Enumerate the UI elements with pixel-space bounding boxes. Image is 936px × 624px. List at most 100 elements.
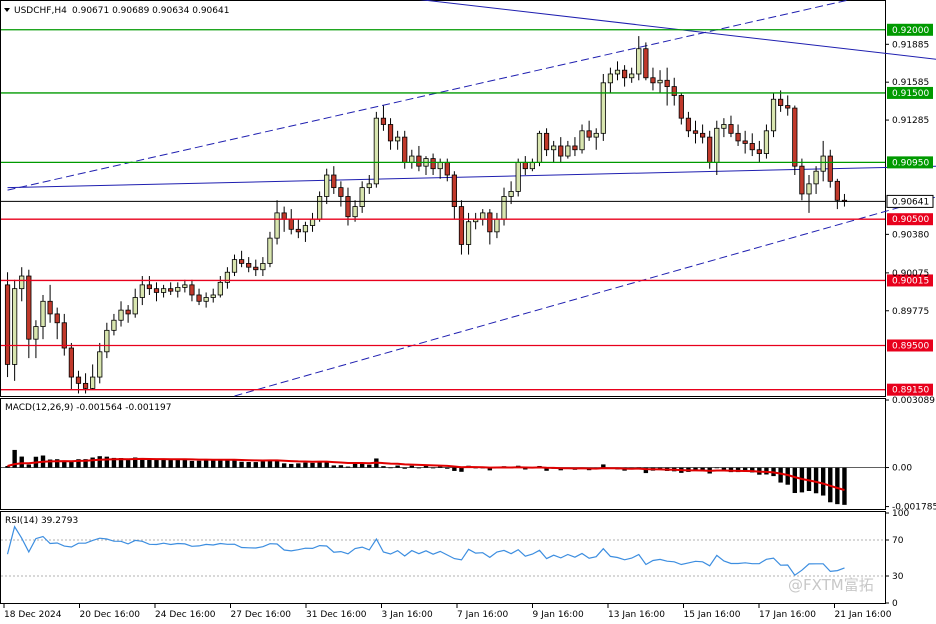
candle-body <box>366 183 372 189</box>
price-tick-label: 0.91585 <box>892 78 929 88</box>
candle-body <box>458 206 465 245</box>
macd-bar <box>260 461 266 468</box>
macd-tick-label: 0.003089 <box>892 396 935 406</box>
time-label: 20 Dec 16:00 <box>80 610 141 620</box>
candle-body <box>820 155 826 172</box>
time-label: 15 Jan 16:00 <box>684 610 741 620</box>
macd-bar <box>189 460 195 468</box>
candle-body <box>409 155 415 163</box>
candle-body <box>834 180 840 201</box>
candle-body <box>742 140 748 144</box>
time-label: 24 Dec 16:00 <box>155 610 216 620</box>
macd-bar <box>409 465 415 468</box>
macd-bar <box>402 467 407 469</box>
candle-body <box>196 294 202 302</box>
candle-body <box>600 82 606 134</box>
candle-body <box>132 297 138 315</box>
macd-bar <box>211 460 216 468</box>
candle-body <box>153 288 160 293</box>
macd-bar <box>154 459 159 468</box>
candle-body <box>728 124 734 134</box>
candle-body <box>756 149 762 154</box>
candle-body <box>515 161 521 192</box>
rsi-panel-frame <box>0 511 886 604</box>
candle-body <box>395 136 401 142</box>
candle-body <box>579 130 585 151</box>
macd-bar <box>246 461 251 468</box>
candle-body <box>508 191 514 197</box>
candle-body <box>295 228 301 233</box>
candle-body <box>629 73 635 79</box>
macd-bar <box>416 467 422 469</box>
macd-bar <box>331 465 336 468</box>
candle-body <box>572 145 578 151</box>
candle-body <box>281 212 287 220</box>
candle-body <box>210 294 216 298</box>
macd-bar <box>303 462 308 468</box>
candle-body <box>61 322 67 349</box>
candle-body <box>785 105 791 109</box>
candle-body <box>175 286 181 292</box>
candle-body <box>19 275 25 290</box>
candle <box>4 272 11 378</box>
candle-body <box>168 288 174 292</box>
candle-body <box>104 329 110 353</box>
candle-body <box>387 124 394 142</box>
candle <box>373 111 379 188</box>
candle <box>536 130 543 167</box>
level-label: 0.89500 <box>892 341 929 351</box>
candle-body <box>827 155 833 182</box>
macd-bar <box>281 463 287 468</box>
candle-body <box>465 221 472 245</box>
candle-body <box>792 107 798 167</box>
macd-bar <box>147 459 152 468</box>
macd-bar <box>381 466 386 468</box>
rsi-tick-label: 100 <box>892 509 909 519</box>
macd-bar <box>232 459 237 468</box>
candle-body <box>288 218 294 230</box>
candle-body <box>529 161 535 170</box>
time-label: 13 Jan 16:00 <box>608 610 665 620</box>
candle-body <box>203 297 209 302</box>
macd-bar <box>437 466 443 468</box>
candle-body <box>54 313 60 324</box>
candle-body <box>231 259 238 273</box>
time-label: 3 Jan 16:00 <box>382 610 434 620</box>
candle-body <box>90 376 96 389</box>
candle-body <box>139 284 145 298</box>
candle-body <box>274 212 280 239</box>
rsi-tick-label: 30 <box>892 572 904 582</box>
candle-body <box>260 263 266 271</box>
time-label: 21 Jan 16:00 <box>835 610 892 620</box>
macd-bar <box>26 464 32 468</box>
time-label: 18 Dec 2024 <box>4 610 62 620</box>
candle-body <box>671 86 677 96</box>
macd-bar <box>423 466 429 468</box>
time-label: 17 Jan 16:00 <box>759 610 816 620</box>
candle-body <box>551 145 557 151</box>
candle-body <box>543 132 550 151</box>
candle-body <box>799 165 805 195</box>
usdchf-h4-chart: 0.92000 0.91500 0.90950 0.90641 0.90500 0.900… <box>0 0 936 620</box>
candle-body <box>707 136 713 163</box>
macd-bar <box>239 461 244 468</box>
candle-body <box>700 132 706 138</box>
candle-body <box>345 196 351 218</box>
candle-body <box>267 237 273 264</box>
macd-bar <box>352 463 358 468</box>
candle-body <box>586 130 592 138</box>
candle-body <box>636 48 642 75</box>
candle-body <box>331 174 337 189</box>
macd-bar <box>203 459 209 468</box>
candle-body <box>125 309 131 315</box>
candle-body <box>621 69 628 79</box>
candle-body <box>12 288 18 365</box>
macd-bar <box>296 463 301 468</box>
macd-bar <box>104 456 110 468</box>
macd-bar <box>813 467 819 494</box>
macd-bar <box>452 467 457 471</box>
candle-body <box>160 288 167 293</box>
price-tick-label: 0.89775 <box>892 307 929 317</box>
candle-body <box>317 196 323 220</box>
candle-body <box>813 170 819 185</box>
